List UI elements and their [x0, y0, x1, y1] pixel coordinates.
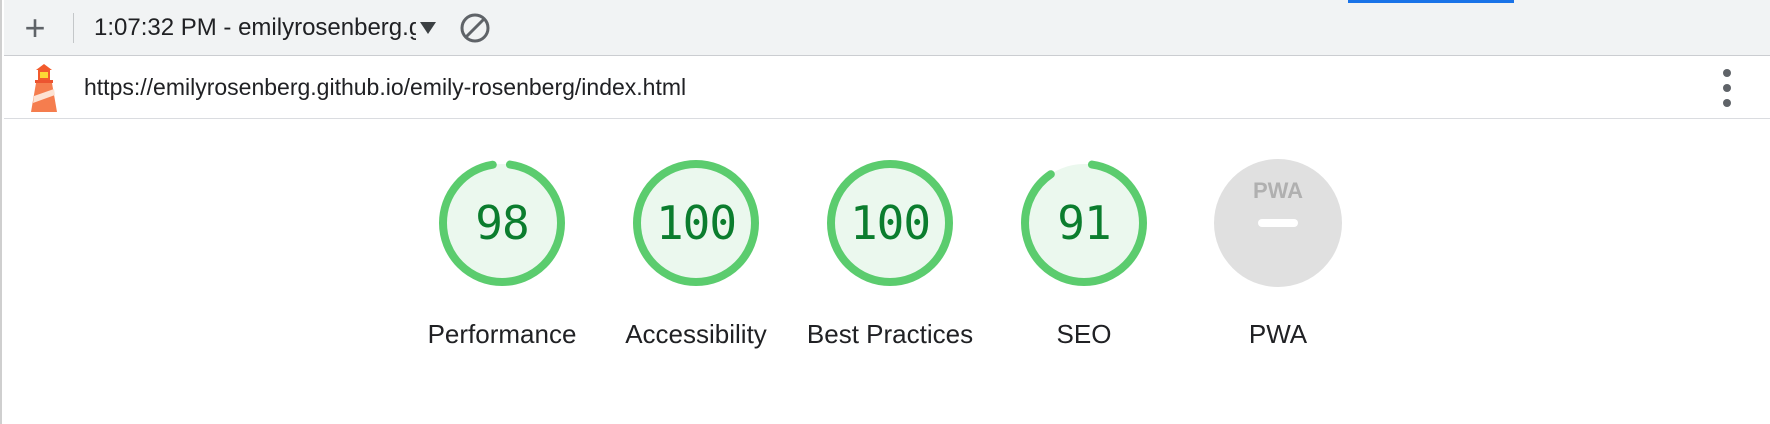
gauge-best-practices[interactable]: 100 Best Practices: [795, 158, 985, 354]
url-bar: https://emilyrosenberg.github.io/emily-r…: [4, 57, 1770, 119]
gauge-title: PWA: [1248, 319, 1308, 349]
page-url: https://emilyrosenberg.github.io/emily-r…: [84, 74, 687, 100]
pwa-badge-icon: PWA: [1214, 159, 1342, 287]
gauge-seo[interactable]: 91 SEO: [989, 158, 1179, 354]
gauge-score: 98: [475, 196, 529, 250]
caret-down-icon: [420, 22, 436, 34]
gauge-score: 100: [849, 196, 931, 250]
gauge-performance[interactable]: 98 Performance: [407, 158, 597, 354]
report-selector[interactable]: 1:07:32 PM - emilyrosenberg.github.io: [94, 10, 440, 46]
toolbar-divider: [73, 13, 74, 43]
gauge-score: 91: [1057, 196, 1111, 250]
gauge-title: Best Practices: [806, 319, 974, 349]
gauge-title: SEO: [1056, 319, 1112, 349]
gauge-title: Accessibility: [625, 319, 767, 349]
lighthouse-panel: + 1:07:32 PM - emilyrosenberg.github.io …: [0, 0, 1770, 424]
gauge-title: Performance: [427, 319, 577, 349]
report-selector-label: 1:07:32 PM - emilyrosenberg.github.io: [94, 14, 416, 41]
more-vert-icon[interactable]: [1720, 69, 1734, 107]
pwa-badge-label: PWA: [1253, 178, 1303, 203]
gauge-score: 100: [655, 196, 737, 250]
lighthouse-icon: [26, 62, 62, 114]
plus-icon[interactable]: +: [18, 10, 52, 46]
gauge-pwa[interactable]: PWA PWA: [1183, 158, 1373, 354]
score-gauges: 98 Performance 100 Accessibility 100 Bes…: [2, 120, 1770, 424]
active-tab-indicator: [1348, 0, 1514, 3]
block-icon[interactable]: [459, 12, 491, 44]
gauge-accessibility[interactable]: 100 Accessibility: [601, 158, 791, 354]
report-toolbar: + 1:07:32 PM - emilyrosenberg.github.io: [4, 0, 1770, 56]
